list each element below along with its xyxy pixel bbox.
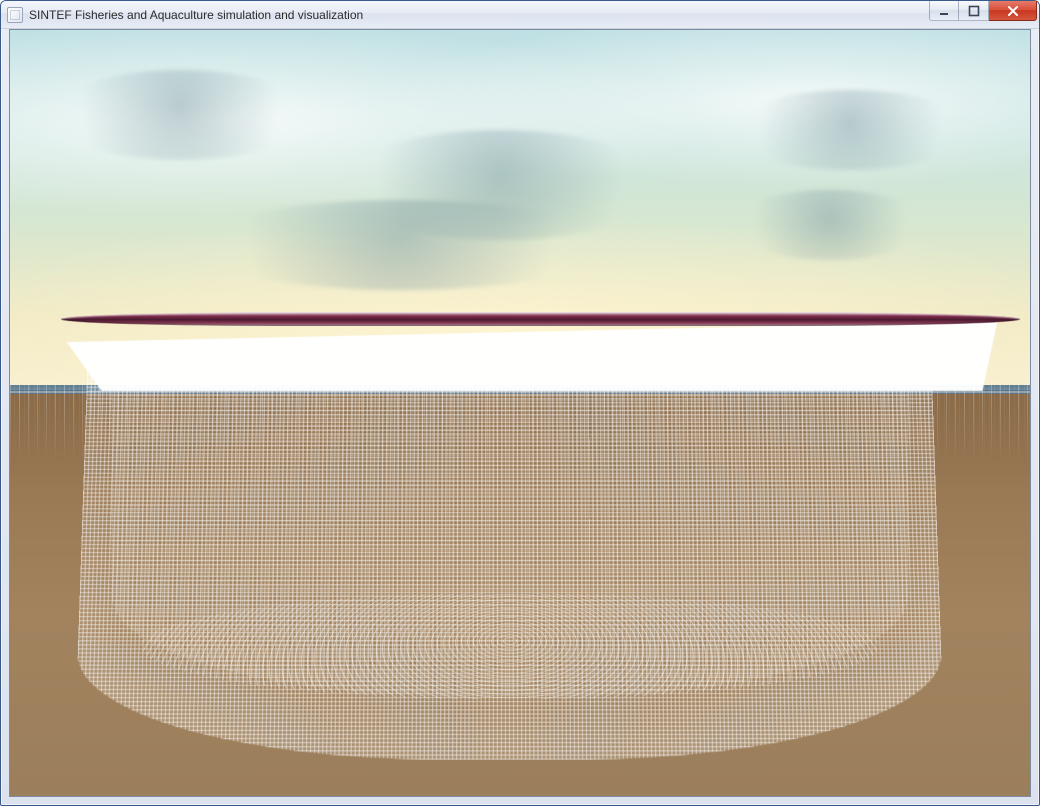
maximize-icon xyxy=(968,5,980,17)
floating-ring xyxy=(55,312,1026,326)
cloud xyxy=(190,200,610,290)
cloud xyxy=(730,190,930,260)
net-mesh-front xyxy=(75,363,945,760)
close-button[interactable] xyxy=(989,1,1037,21)
application-window: SINTEF Fisheries and Aquaculture simulat… xyxy=(0,0,1040,806)
maximize-button[interactable] xyxy=(959,1,989,21)
close-icon xyxy=(1006,5,1020,17)
window-title: SINTEF Fisheries and Aquaculture simulat… xyxy=(29,8,363,22)
window-controls xyxy=(929,1,1037,28)
app-icon xyxy=(7,7,23,23)
minimize-icon xyxy=(938,5,950,17)
cloud xyxy=(50,70,310,160)
viewport-3d[interactable] xyxy=(9,29,1031,797)
title-bar[interactable]: SINTEF Fisheries and Aquaculture simulat… xyxy=(1,1,1039,29)
minimize-button[interactable] xyxy=(929,1,959,21)
cloud xyxy=(730,90,970,170)
